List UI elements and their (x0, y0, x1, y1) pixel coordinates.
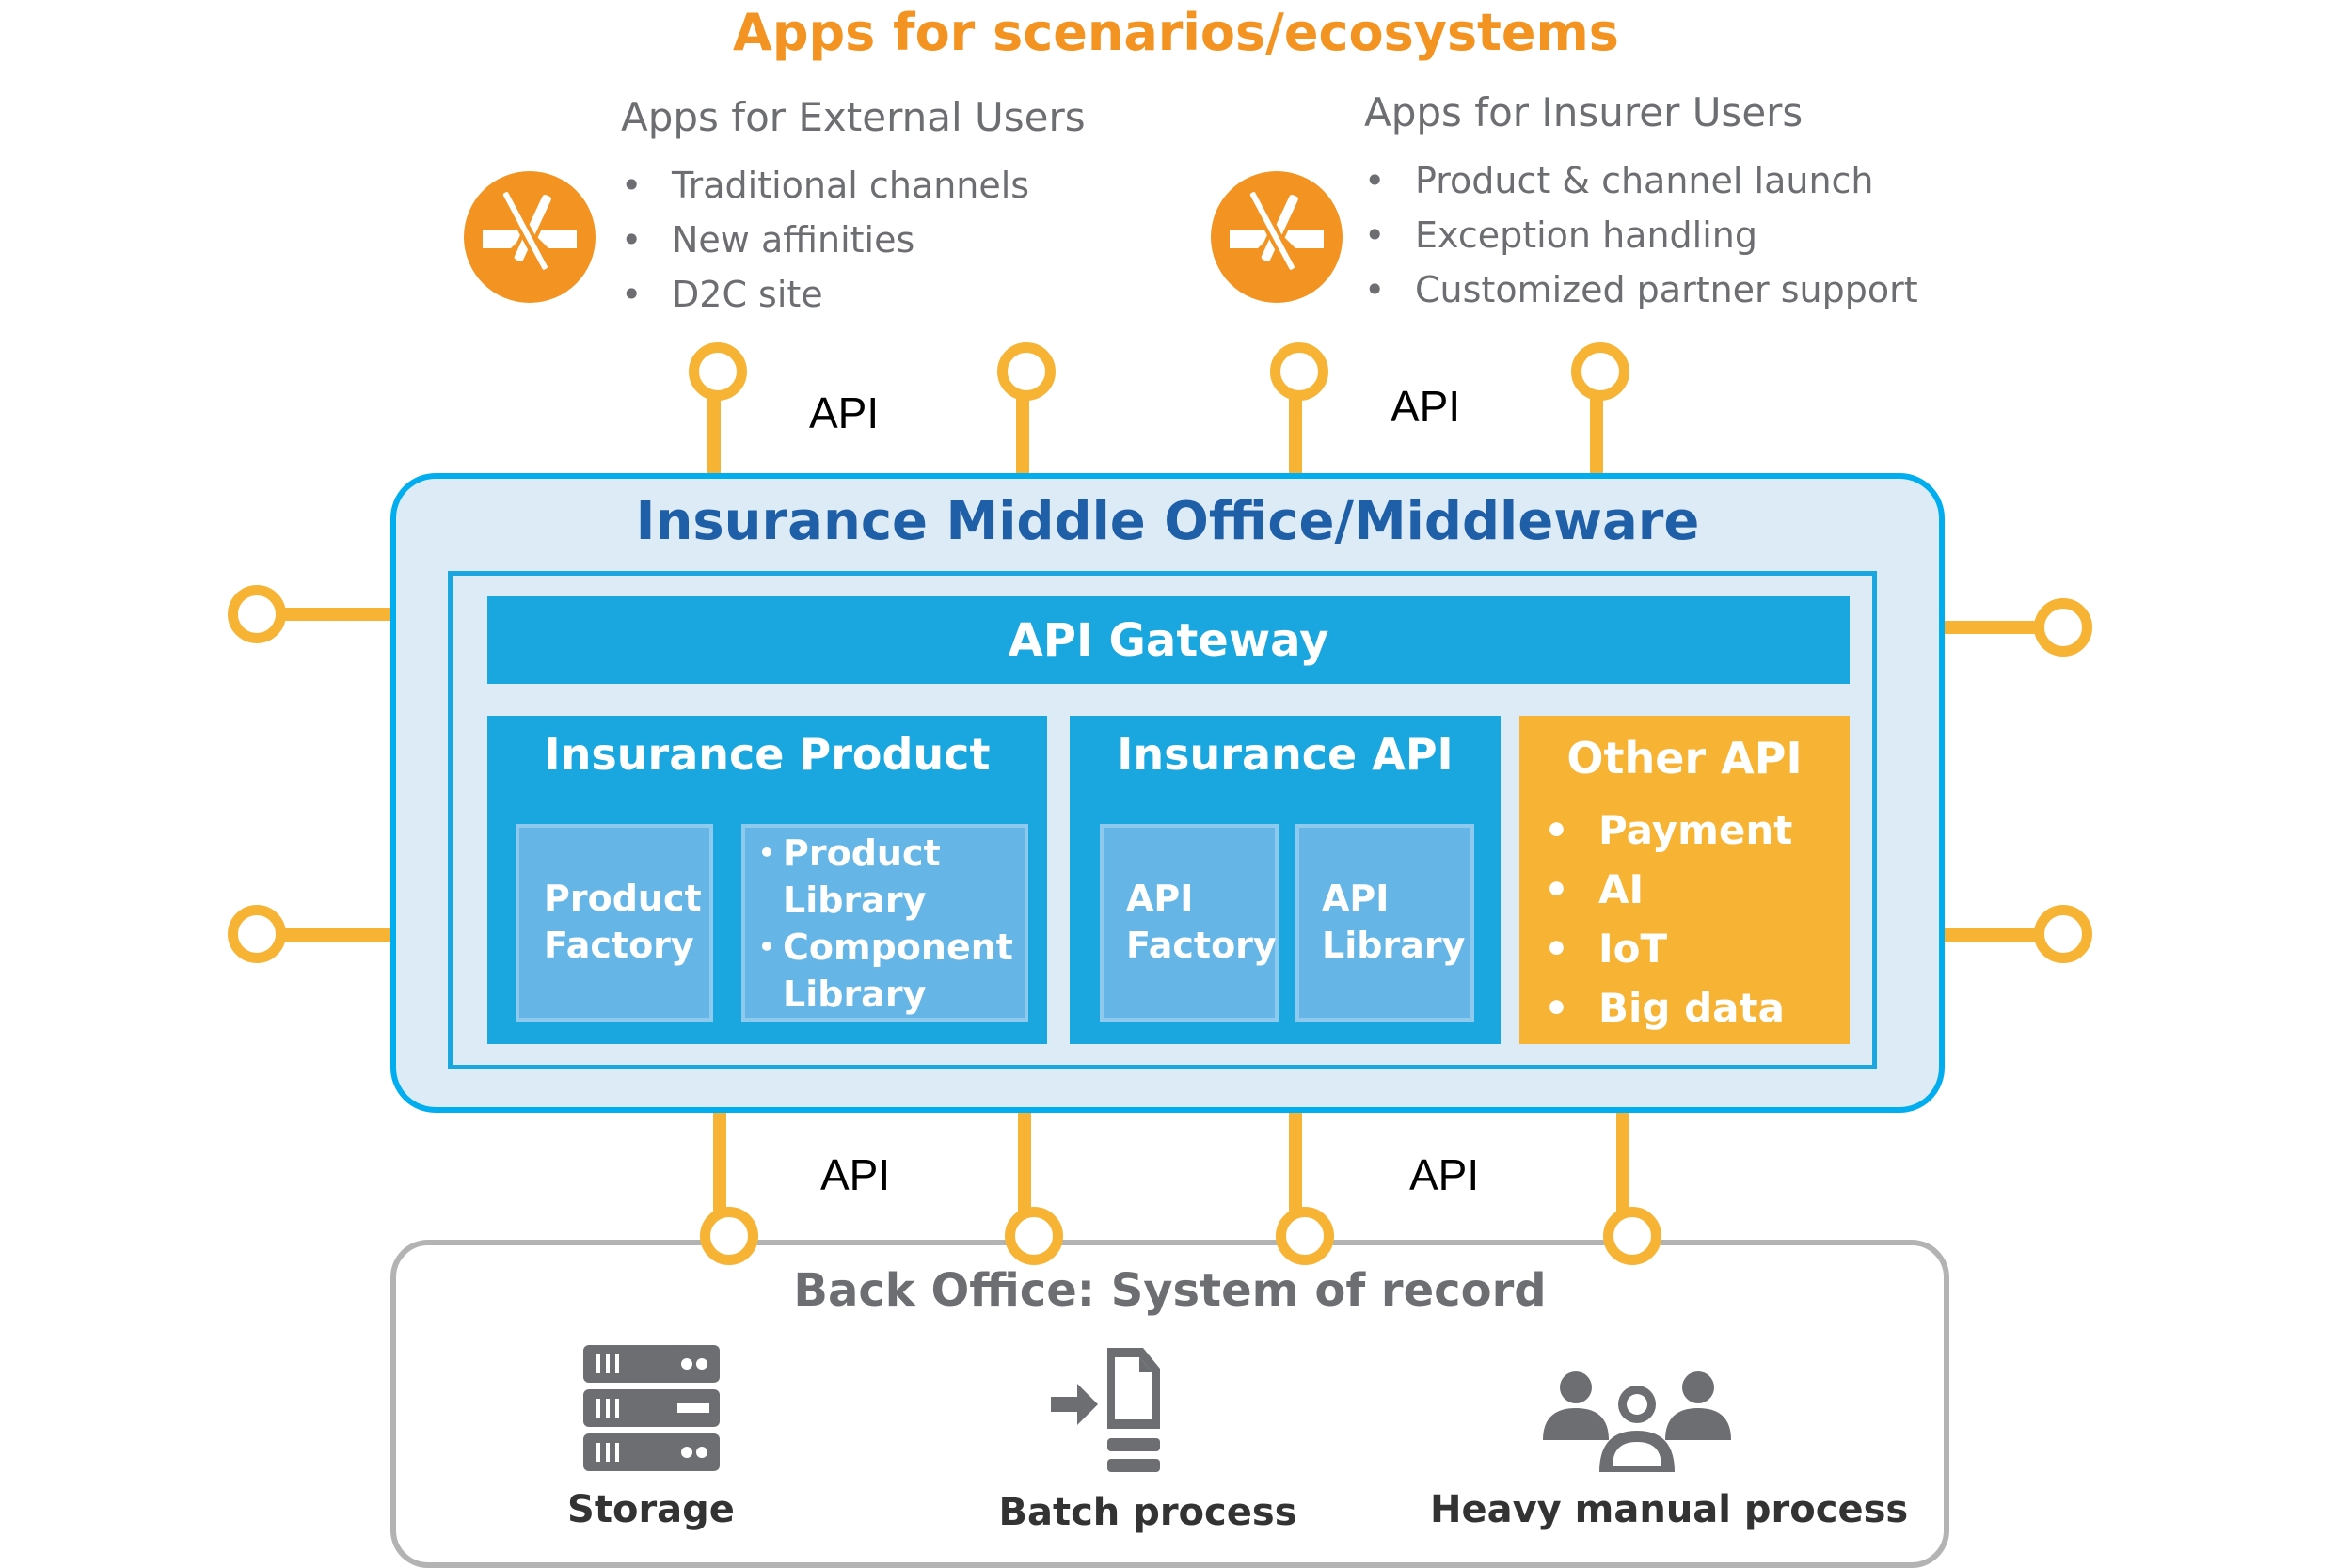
api-label-bottom-right: API (1409, 1150, 1480, 1199)
connector-ring-icon (700, 1207, 758, 1265)
connector-ring-icon (997, 342, 1056, 401)
library-item: • Product Library (758, 832, 941, 921)
list-item: D2C site (621, 267, 1029, 322)
api-gateway: API Gateway (487, 596, 1850, 684)
batch-process-label: Batch process (998, 1491, 1297, 1534)
connector-ring-icon (1571, 342, 1629, 401)
connector-ring-icon (2034, 598, 2092, 657)
api-label-top-right: API (1391, 382, 1461, 431)
api-library-box: API Library (1295, 824, 1474, 1022)
product-factory-box: Product Factory (516, 824, 713, 1022)
connector-ring-icon (1276, 1207, 1334, 1265)
diagram-title: Apps for scenarios/ecosystems (733, 3, 1619, 62)
libraries-box: • Product Library • Component Library (741, 824, 1028, 1022)
connector-ring-icon (1603, 1207, 1661, 1265)
api-label-bottom-left: API (820, 1150, 891, 1199)
apps-external-list: Traditional channels New affinities D2C … (621, 158, 1029, 322)
connector-stem (282, 928, 395, 942)
list-item: Payment (1544, 800, 1792, 860)
app-store-icon (464, 171, 596, 303)
insurance-product-panel: Insurance Product Product Factory • Prod… (487, 716, 1047, 1044)
insurance-product-title: Insurance Product (544, 729, 991, 780)
api-factory-box: API Factory (1100, 824, 1279, 1022)
list-item: AI (1544, 860, 1792, 919)
insurance-api-panel: Insurance API API Factory API Library (1070, 716, 1501, 1044)
connector-ring-icon (1270, 342, 1328, 401)
other-api-title: Other API (1566, 733, 1803, 784)
heavy-manual-process-label: Heavy manual process (1430, 1488, 1909, 1531)
product-factory-line: Factory (544, 925, 694, 966)
app-store-icon (1211, 171, 1343, 303)
other-api-panel: Other API Payment AI IoT Big data (1519, 716, 1850, 1044)
back-office-title: Back Office: System of record (793, 1264, 1547, 1317)
apps-insurer-title: Apps for Insurer Users (1364, 89, 1804, 135)
storage-label: Storage (567, 1488, 735, 1531)
middleware-title: Insurance Middle Office/Middleware (635, 491, 1700, 552)
list-item: Product & channel launch (1364, 153, 1918, 208)
product-factory-line: Product (544, 878, 702, 919)
server-storage-icon (583, 1345, 720, 1472)
list-item: Traditional channels (621, 158, 1029, 213)
connector-ring-icon (2034, 905, 2092, 963)
list-item: Exception handling (1364, 208, 1918, 262)
api-label-top-left: API (809, 388, 880, 437)
list-item: Big data (1544, 978, 1792, 1037)
connector-stem (282, 608, 395, 621)
list-item: New affinities (621, 213, 1029, 267)
other-api-list: Payment AI IoT Big data (1544, 800, 1792, 1037)
list-item: IoT (1544, 919, 1792, 978)
insurance-api-title: Insurance API (1117, 729, 1454, 780)
apps-external-title: Apps for External Users (621, 94, 1086, 140)
people-group-icon (1543, 1369, 1731, 1472)
connector-ring-icon (228, 585, 286, 643)
apps-insurer-list: Product & channel launch Exception handl… (1364, 153, 1918, 317)
library-item: • Component Library (758, 927, 1013, 1015)
batch-document-icon (1049, 1348, 1181, 1480)
connector-ring-icon (689, 342, 747, 401)
list-item: Customized partner support (1364, 262, 1918, 317)
connector-ring-icon (1005, 1207, 1063, 1265)
connector-ring-icon (228, 905, 286, 963)
